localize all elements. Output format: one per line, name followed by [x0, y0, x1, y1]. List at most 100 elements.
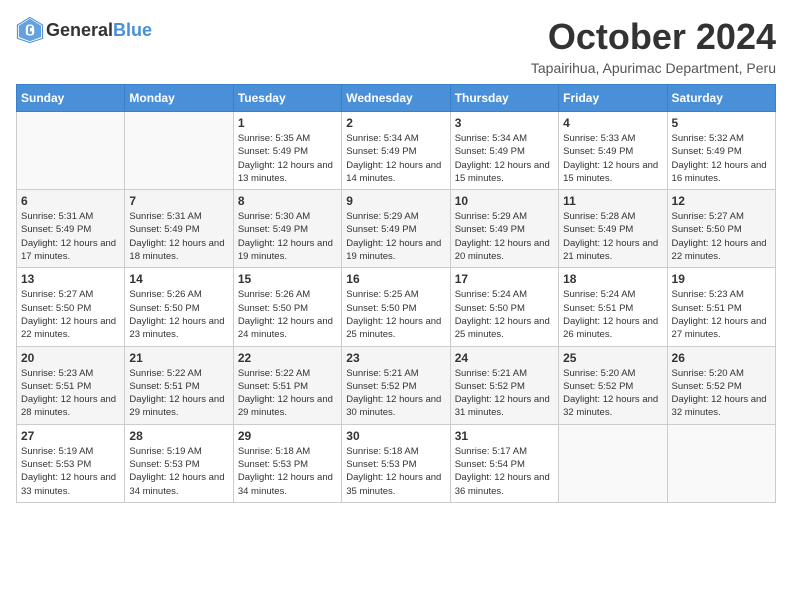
day-number: 11: [563, 194, 662, 208]
calendar-day-empty: [17, 112, 125, 190]
calendar-week-row: 27 Sunrise: 5:19 AM Sunset: 5:53 PM Dayli…: [17, 424, 776, 502]
day-number: 20: [21, 351, 120, 365]
month-title: October 2024: [531, 16, 776, 58]
calendar-day-7: 7Sunrise: 5:31 AM Sunset: 5:49 PM Daylig…: [125, 190, 233, 268]
day-number: 26: [672, 351, 771, 365]
calendar-day-5: 5 Sunrise: 5:32 AM Sunset: 5:49 PM Daylig…: [667, 112, 775, 190]
calendar-day-19: 19 Sunrise: 5:23 AM Sunset: 5:51 PM Dayli…: [667, 268, 775, 346]
day-info: Sunrise: 5:32 AM Sunset: 5:49 PM Dayligh…: [672, 132, 771, 185]
weekday-header-row: SundayMondayTuesdayWednesdayThursdayFrid…: [17, 85, 776, 112]
day-number: 5: [672, 116, 771, 130]
day-number: 28: [129, 429, 228, 443]
day-number: 1: [238, 116, 337, 130]
weekday-header-tuesday: Tuesday: [233, 85, 341, 112]
page-header: GeneralBlue October 2024 Tapairihua, Apu…: [16, 16, 776, 76]
day-number: 18: [563, 272, 662, 286]
title-section: October 2024 Tapairihua, Apurimac Depart…: [531, 16, 776, 76]
weekday-header-thursday: Thursday: [450, 85, 558, 112]
day-info: Sunrise: 5:28 AM Sunset: 5:49 PM Dayligh…: [563, 210, 662, 263]
day-number: 10: [455, 194, 554, 208]
day-info: Sunrise: 5:27 AM Sunset: 5:50 PM Dayligh…: [21, 288, 120, 341]
day-info: Sunrise: 5:35 AM Sunset: 5:49 PM Dayligh…: [238, 132, 337, 185]
day-number: 14: [129, 272, 228, 286]
day-number: 15: [238, 272, 337, 286]
day-info: Sunrise: 5:34 AM Sunset: 5:49 PM Dayligh…: [346, 132, 445, 185]
calendar-day-24: 24Sunrise: 5:21 AM Sunset: 5:52 PM Dayli…: [450, 346, 558, 424]
calendar-week-row: 1 Sunrise: 5:35 AM Sunset: 5:49 PM Daylig…: [17, 112, 776, 190]
day-info: Sunrise: 5:20 AM Sunset: 5:52 PM Dayligh…: [563, 367, 662, 420]
calendar-day-1: 1 Sunrise: 5:35 AM Sunset: 5:49 PM Daylig…: [233, 112, 341, 190]
calendar-day-21: 21Sunrise: 5:22 AM Sunset: 5:51 PM Dayli…: [125, 346, 233, 424]
calendar-day-30: 30 Sunrise: 5:18 AM Sunset: 5:53 PM Dayli…: [342, 424, 450, 502]
day-info: Sunrise: 5:20 AM Sunset: 5:52 PM Dayligh…: [672, 367, 771, 420]
calendar-day-23: 23 Sunrise: 5:21 AM Sunset: 5:52 PM Dayli…: [342, 346, 450, 424]
day-info: Sunrise: 5:29 AM Sunset: 5:49 PM Dayligh…: [346, 210, 445, 263]
calendar-day-27: 27 Sunrise: 5:19 AM Sunset: 5:53 PM Dayli…: [17, 424, 125, 502]
day-info: Sunrise: 5:24 AM Sunset: 5:50 PM Dayligh…: [455, 288, 554, 341]
weekday-header-wednesday: Wednesday: [342, 85, 450, 112]
calendar-day-17: 17 Sunrise: 5:24 AM Sunset: 5:50 PM Dayli…: [450, 268, 558, 346]
day-number: 16: [346, 272, 445, 286]
calendar-day-8: 8 Sunrise: 5:30 AM Sunset: 5:49 PM Daylig…: [233, 190, 341, 268]
day-number: 29: [238, 429, 337, 443]
day-info: Sunrise: 5:34 AM Sunset: 5:49 PM Dayligh…: [455, 132, 554, 185]
calendar-day-empty: [559, 424, 667, 502]
day-number: 27: [21, 429, 120, 443]
day-info: Sunrise: 5:31 AM Sunset: 5:49 PM Dayligh…: [21, 210, 120, 263]
calendar-day-31: 31 Sunrise: 5:17 AM Sunset: 5:54 PM Dayli…: [450, 424, 558, 502]
day-number: 19: [672, 272, 771, 286]
day-info: Sunrise: 5:25 AM Sunset: 5:50 PM Dayligh…: [346, 288, 445, 341]
day-info: Sunrise: 5:27 AM Sunset: 5:50 PM Dayligh…: [672, 210, 771, 263]
day-info: Sunrise: 5:19 AM Sunset: 5:53 PM Dayligh…: [129, 445, 228, 498]
day-info: Sunrise: 5:19 AM Sunset: 5:53 PM Dayligh…: [21, 445, 120, 498]
day-number: 23: [346, 351, 445, 365]
day-number: 17: [455, 272, 554, 286]
day-info: Sunrise: 5:18 AM Sunset: 5:53 PM Dayligh…: [346, 445, 445, 498]
calendar-day-18: 18Sunrise: 5:24 AM Sunset: 5:51 PM Dayli…: [559, 268, 667, 346]
calendar-day-28: 28 Sunrise: 5:19 AM Sunset: 5:53 PM Dayli…: [125, 424, 233, 502]
day-number: 8: [238, 194, 337, 208]
calendar-day-29: 29Sunrise: 5:18 AM Sunset: 5:53 PM Dayli…: [233, 424, 341, 502]
day-number: 4: [563, 116, 662, 130]
logo: GeneralBlue: [16, 16, 152, 44]
calendar-day-11: 11 Sunrise: 5:28 AM Sunset: 5:49 PM Dayli…: [559, 190, 667, 268]
day-info: Sunrise: 5:23 AM Sunset: 5:51 PM Dayligh…: [21, 367, 120, 420]
day-info: Sunrise: 5:21 AM Sunset: 5:52 PM Dayligh…: [455, 367, 554, 420]
calendar-week-row: 13 Sunrise: 5:27 AM Sunset: 5:50 PM Dayli…: [17, 268, 776, 346]
day-number: 25: [563, 351, 662, 365]
day-info: Sunrise: 5:29 AM Sunset: 5:49 PM Dayligh…: [455, 210, 554, 263]
day-info: Sunrise: 5:30 AM Sunset: 5:49 PM Dayligh…: [238, 210, 337, 263]
calendar-day-25: 25 Sunrise: 5:20 AM Sunset: 5:52 PM Dayli…: [559, 346, 667, 424]
day-info: Sunrise: 5:33 AM Sunset: 5:49 PM Dayligh…: [563, 132, 662, 185]
calendar-day-26: 26 Sunrise: 5:20 AM Sunset: 5:52 PM Dayli…: [667, 346, 775, 424]
calendar-day-9: 9Sunrise: 5:29 AM Sunset: 5:49 PM Daylig…: [342, 190, 450, 268]
day-number: 30: [346, 429, 445, 443]
calendar-day-15: 15 Sunrise: 5:26 AM Sunset: 5:50 PM Dayli…: [233, 268, 341, 346]
weekday-header-monday: Monday: [125, 85, 233, 112]
day-info: Sunrise: 5:21 AM Sunset: 5:52 PM Dayligh…: [346, 367, 445, 420]
logo-general: General: [46, 20, 113, 40]
calendar-day-12: 12Sunrise: 5:27 AM Sunset: 5:50 PM Dayli…: [667, 190, 775, 268]
weekday-header-sunday: Sunday: [17, 85, 125, 112]
day-info: Sunrise: 5:22 AM Sunset: 5:51 PM Dayligh…: [238, 367, 337, 420]
day-number: 21: [129, 351, 228, 365]
calendar-day-empty: [667, 424, 775, 502]
calendar-week-row: 6 Sunrise: 5:31 AM Sunset: 5:49 PM Daylig…: [17, 190, 776, 268]
day-info: Sunrise: 5:23 AM Sunset: 5:51 PM Dayligh…: [672, 288, 771, 341]
calendar-table: SundayMondayTuesdayWednesdayThursdayFrid…: [16, 84, 776, 503]
day-info: Sunrise: 5:17 AM Sunset: 5:54 PM Dayligh…: [455, 445, 554, 498]
calendar-day-4: 4 Sunrise: 5:33 AM Sunset: 5:49 PM Daylig…: [559, 112, 667, 190]
day-info: Sunrise: 5:26 AM Sunset: 5:50 PM Dayligh…: [238, 288, 337, 341]
day-number: 2: [346, 116, 445, 130]
calendar-day-empty: [125, 112, 233, 190]
calendar-day-13: 13 Sunrise: 5:27 AM Sunset: 5:50 PM Dayli…: [17, 268, 125, 346]
day-number: 31: [455, 429, 554, 443]
day-number: 13: [21, 272, 120, 286]
day-number: 6: [21, 194, 120, 208]
calendar-day-6: 6 Sunrise: 5:31 AM Sunset: 5:49 PM Daylig…: [17, 190, 125, 268]
day-number: 22: [238, 351, 337, 365]
location-subtitle: Tapairihua, Apurimac Department, Peru: [531, 60, 776, 76]
calendar-day-14: 14Sunrise: 5:26 AM Sunset: 5:50 PM Dayli…: [125, 268, 233, 346]
calendar-week-row: 20 Sunrise: 5:23 AM Sunset: 5:51 PM Dayli…: [17, 346, 776, 424]
day-number: 3: [455, 116, 554, 130]
